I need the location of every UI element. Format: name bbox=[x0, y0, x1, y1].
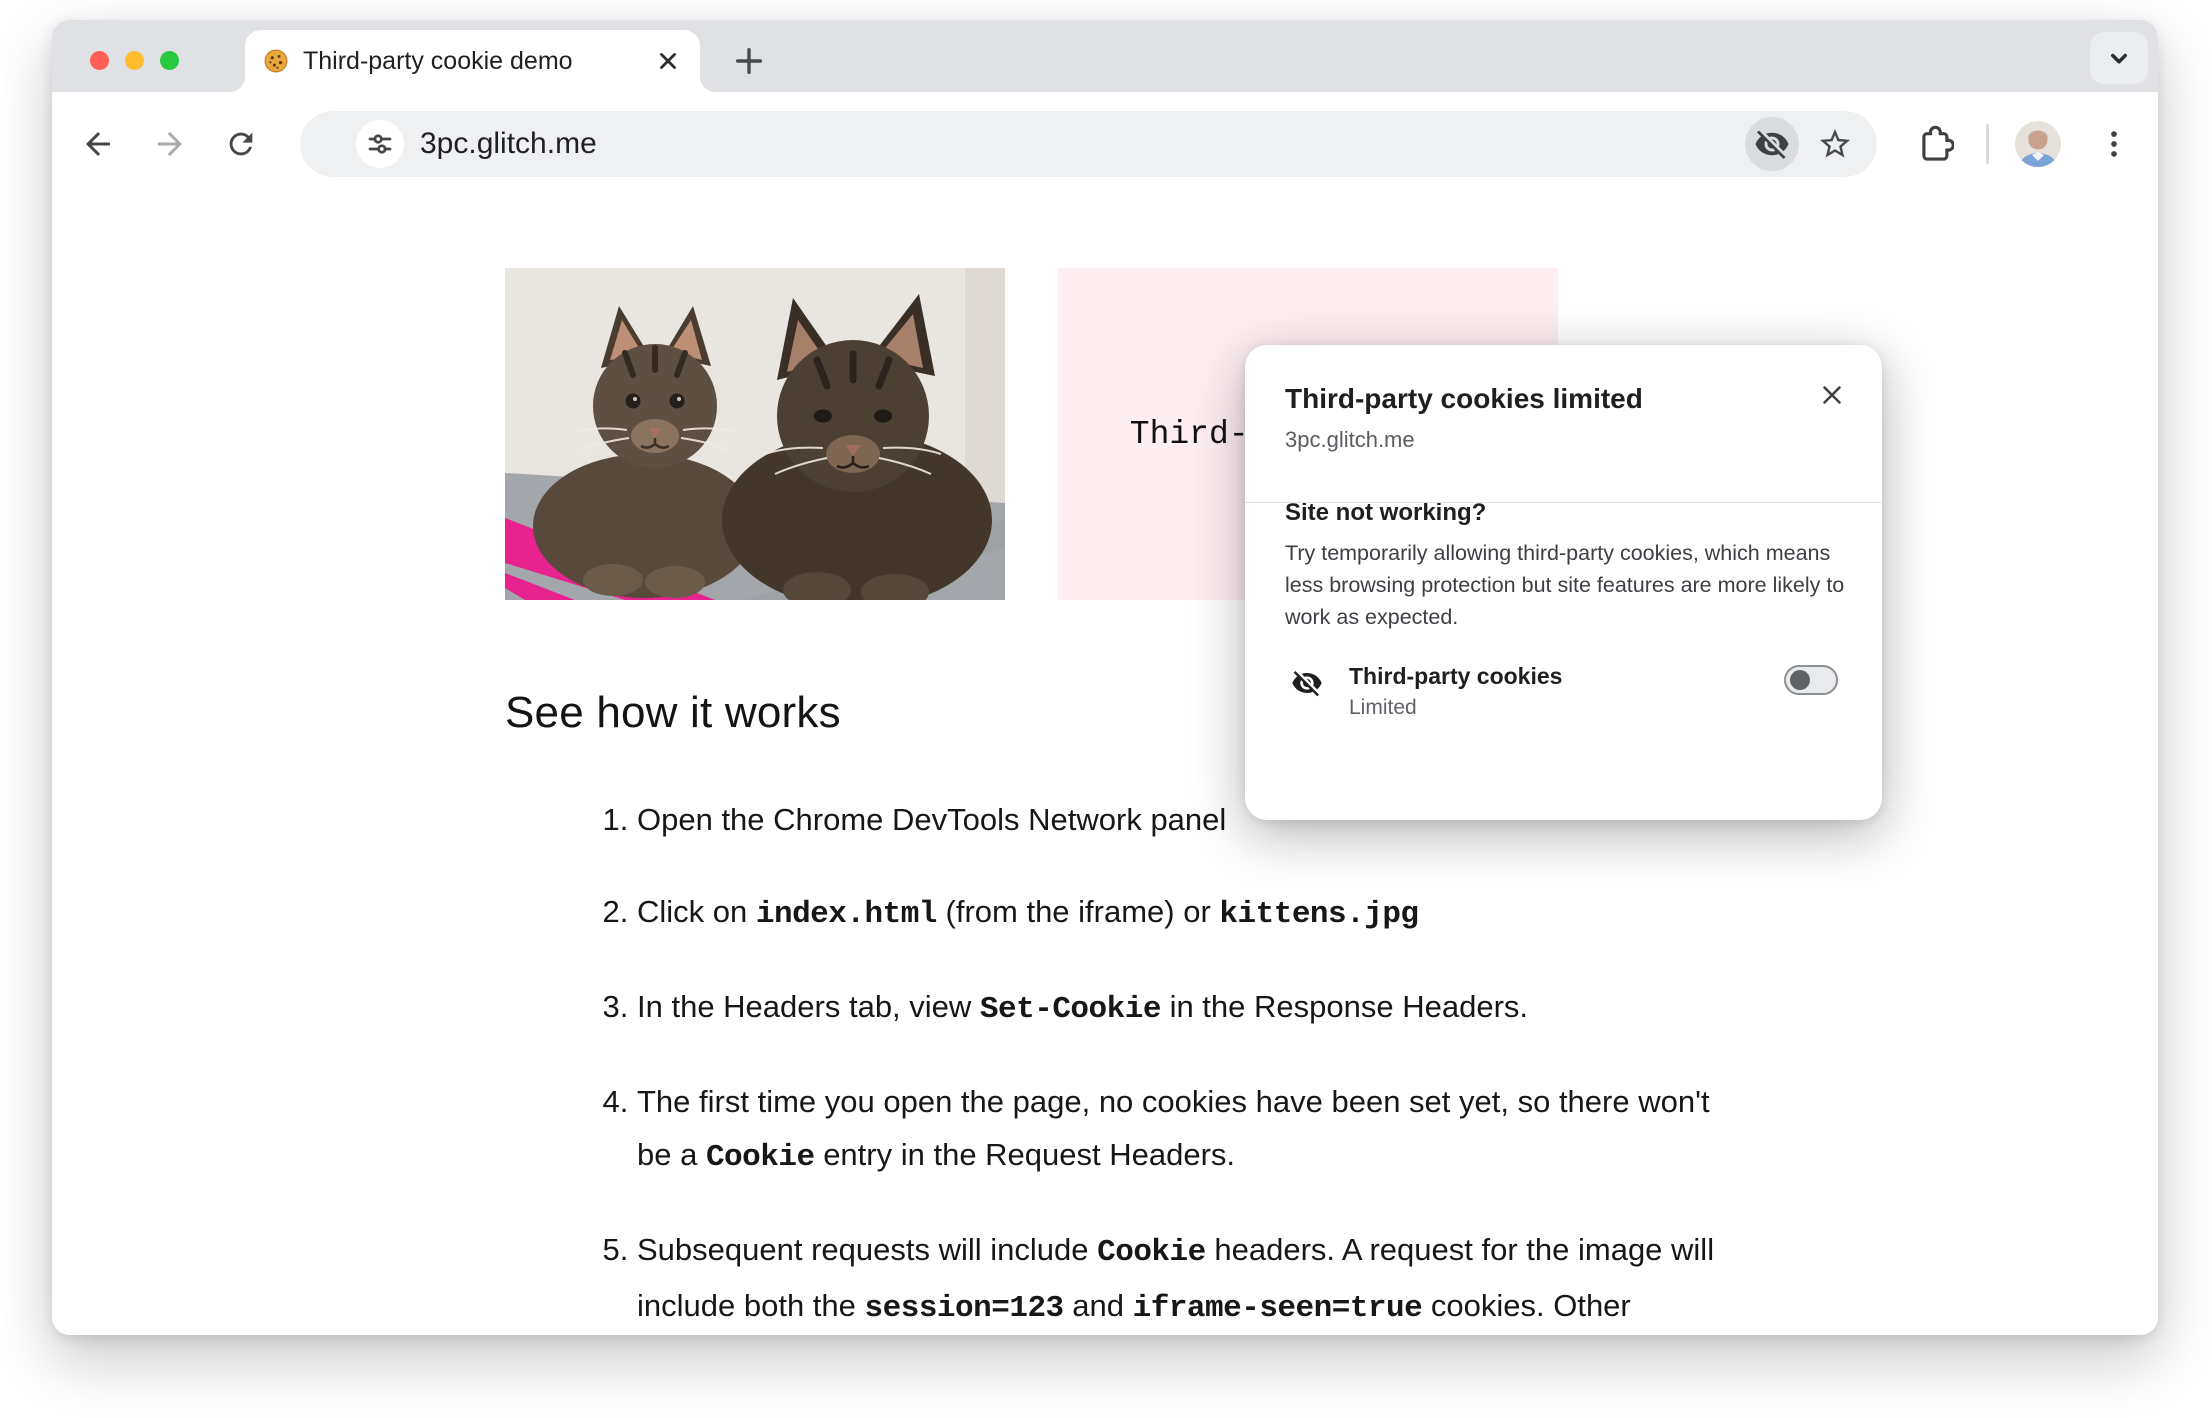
browser-menu-button[interactable] bbox=[2090, 120, 2138, 168]
tab-strip: Third-party cookie demo bbox=[52, 20, 2158, 92]
x-icon bbox=[1817, 380, 1847, 410]
avatar bbox=[2015, 120, 2061, 167]
how-it-works-step: The first time you open the page, no coo… bbox=[637, 1075, 1727, 1184]
address-bar[interactable]: 3pc.glitch.me bbox=[300, 110, 1877, 177]
tracking-protection-button[interactable] bbox=[1745, 116, 1799, 171]
eye-off-icon bbox=[1754, 126, 1790, 162]
reload-button[interactable] bbox=[217, 120, 265, 168]
popup-close-button[interactable] bbox=[1812, 375, 1852, 415]
cookie-icon bbox=[263, 48, 289, 74]
chevron-down-icon bbox=[2104, 43, 2134, 73]
zoom-window-button[interactable] bbox=[160, 51, 179, 70]
kittens-image bbox=[505, 268, 1005, 600]
eye-off-icon bbox=[1291, 667, 1323, 699]
back-button[interactable] bbox=[74, 120, 122, 168]
popup-title: Third-party cookies limited bbox=[1285, 383, 1643, 414]
popup-site: 3pc.glitch.me bbox=[1285, 427, 1415, 452]
site-settings-button[interactable] bbox=[356, 119, 404, 168]
how-it-works-step: Click on index.html (from the iframe) or… bbox=[637, 885, 1727, 941]
toggle-status: Limited bbox=[1349, 696, 1417, 719]
toolbar-separator bbox=[1986, 123, 1989, 164]
arrow-right-icon bbox=[152, 126, 188, 162]
popup-body-text: Try temporarily allowing third-party coo… bbox=[1285, 541, 1845, 629]
refresh-icon bbox=[224, 127, 258, 161]
desktop-background: Third-party cookie demo 3pc.glitch.me Th… bbox=[0, 0, 2212, 1418]
browser-toolbar: 3pc.glitch.me bbox=[52, 92, 2158, 185]
browser-window: Third-party cookie demo 3pc.glitch.me Th… bbox=[52, 20, 2158, 1335]
arrow-left-icon bbox=[80, 126, 116, 162]
url-text: 3pc.glitch.me bbox=[420, 126, 597, 160]
tab-search-button[interactable] bbox=[2090, 32, 2148, 84]
tab-title: Third-party cookie demo bbox=[303, 46, 573, 75]
third-party-cookies-popup: Third-party cookies limited 3pc.glitch.m… bbox=[1245, 345, 1882, 820]
forward-button[interactable] bbox=[146, 120, 194, 168]
close-window-button[interactable] bbox=[90, 51, 109, 70]
tab-close-button[interactable] bbox=[650, 43, 686, 79]
tune-icon bbox=[365, 129, 395, 159]
extensions-button[interactable] bbox=[1911, 120, 1959, 168]
profile-avatar[interactable] bbox=[2015, 120, 2061, 167]
popup-section-title: Site not working? bbox=[1285, 499, 1487, 526]
plus-icon bbox=[732, 44, 766, 78]
popup-divider bbox=[1245, 502, 1882, 503]
tab-third-party-cookie-demo[interactable]: Third-party cookie demo bbox=[229, 30, 716, 92]
how-it-works-list: Open the Chrome DevTools Network panelCl… bbox=[505, 793, 1727, 1335]
star-icon bbox=[1817, 126, 1853, 162]
how-it-works-step: Subsequent requests will include Cookie … bbox=[637, 1223, 1727, 1335]
third-party-cookies-toggle[interactable] bbox=[1784, 665, 1838, 695]
puzzle-icon bbox=[1916, 125, 1954, 163]
toggle-label: Third-party cookies bbox=[1349, 663, 1563, 689]
how-it-works-step: In the Headers tab, view Set-Cookie in t… bbox=[637, 980, 1727, 1036]
kebab-icon bbox=[2097, 127, 2131, 161]
x-icon bbox=[655, 48, 681, 74]
third-party-cookies-row: Third-party cookies Limited bbox=[1285, 663, 1842, 720]
window-controls bbox=[90, 51, 179, 70]
bookmark-button[interactable] bbox=[1811, 120, 1859, 168]
new-tab-button[interactable] bbox=[722, 34, 776, 88]
page-content: Third-party iframe See how it works Open… bbox=[52, 185, 2158, 1335]
toggle-knob bbox=[1790, 670, 1810, 690]
minimize-window-button[interactable] bbox=[125, 51, 144, 70]
